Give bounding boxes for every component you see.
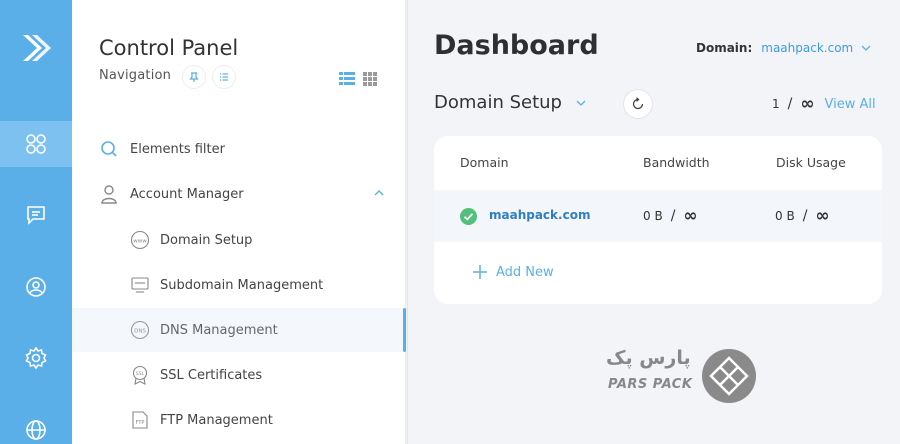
sidebar-item-ssl-certificates[interactable]: SSL SSL Certificates	[72, 353, 403, 397]
pager: 1 / ∞ View All	[772, 94, 876, 114]
domain-selector-label: Domain:	[696, 41, 753, 55]
sidebar-subtitle: Navigation	[99, 68, 172, 83]
sidebar-item-label: DNS Management	[160, 322, 278, 338]
chevron-up-icon[interactable]	[374, 190, 384, 196]
pager-separator: /	[787, 96, 793, 112]
table-header-bandwidth: Bandwidth	[643, 155, 710, 170]
sidebar-item-ftp-management[interactable]: FTP FTP Management	[72, 398, 403, 442]
table-header-domain: Domain	[460, 155, 509, 170]
sidebar-scrollbar-thumb[interactable]	[403, 308, 406, 352]
sidebar-group-label: Account Manager	[130, 186, 244, 202]
svg-text:DNS: DNS	[134, 329, 146, 335]
domain-link[interactable]: maahpack.com	[489, 208, 590, 222]
add-new-button[interactable]: Add New	[472, 264, 554, 280]
disk-used: 0 B	[775, 209, 795, 223]
rail-user-icon[interactable]	[0, 264, 72, 310]
rail-apps-icon[interactable]	[0, 121, 72, 167]
user-icon	[101, 185, 117, 204]
add-new-label: Add New	[496, 264, 554, 280]
domain-selector-value: maahpack.com	[761, 41, 854, 55]
table-row[interactable]: maahpack.com 0 B / ∞ 0 B / ∞	[434, 190, 882, 242]
list-icon[interactable]	[212, 65, 236, 89]
search-icon	[101, 141, 117, 157]
ftp-icon: FTP	[132, 411, 148, 429]
ssl-icon: SSL	[132, 365, 148, 385]
svg-text:www: www	[133, 239, 147, 245]
view-all-link[interactable]: View All	[825, 97, 876, 112]
grid-view-icon[interactable]	[363, 71, 377, 90]
brand-watermark: پارس پک PARS PACK	[606, 347, 756, 405]
subdomain-icon	[131, 277, 149, 293]
refresh-button[interactable]	[623, 89, 653, 119]
list-view-icon[interactable]	[339, 71, 355, 90]
svg-text:FTP: FTP	[136, 420, 145, 426]
bandwidth-cell: 0 B / ∞	[643, 206, 698, 226]
check-circle-icon	[460, 208, 477, 225]
rail-settings-icon[interactable]	[0, 335, 72, 381]
bandwidth-used: 0 B	[643, 209, 663, 223]
rail-globe-icon[interactable]	[0, 407, 72, 444]
app-logo-icon[interactable]	[0, 0, 72, 96]
chevron-down-icon	[861, 45, 871, 51]
plus-icon	[473, 265, 487, 279]
sidebar-item-label: SSL Certificates	[160, 367, 263, 383]
sidebar: Control Panel Navigation Elements filter…	[72, 0, 408, 444]
elements-filter-placeholder: Elements filter	[130, 141, 225, 157]
brand-name-fa: پارس پک	[606, 347, 691, 369]
sidebar-item-subdomain-management[interactable]: Subdomain Management	[72, 263, 403, 307]
sidebar-item-label: Subdomain Management	[160, 277, 324, 293]
sidebar-scrollbar[interactable]	[405, 0, 407, 444]
disk-total: ∞	[815, 206, 830, 226]
page-title: Dashboard	[434, 30, 599, 61]
www-icon: www	[130, 230, 150, 250]
sidebar-item-label: FTP Management	[160, 412, 273, 428]
table-header-disk-usage: Disk Usage	[776, 155, 846, 170]
dns-icon: DNS	[130, 320, 150, 340]
left-rail	[0, 0, 72, 444]
bandwidth-total: ∞	[683, 206, 698, 226]
rail-chat-icon[interactable]	[0, 192, 72, 238]
disk-usage-cell: 0 B / ∞	[775, 206, 830, 226]
domains-table-card: Domain Bandwidth Disk Usage maahpack.com…	[434, 136, 882, 304]
parspack-logo-icon	[702, 349, 756, 403]
sidebar-group-account-manager[interactable]: Account Manager	[100, 184, 390, 204]
section-title: Domain Setup	[434, 92, 562, 113]
section-title-dropdown[interactable]: Domain Setup	[434, 92, 586, 113]
brand-name-en: PARS PACK	[608, 377, 693, 392]
chevron-down-icon	[576, 100, 586, 106]
sidebar-item-domain-setup[interactable]: www Domain Setup	[72, 218, 403, 262]
pin-icon[interactable]	[182, 65, 206, 89]
pager-total: ∞	[800, 94, 815, 114]
svg-text:SSL: SSL	[136, 371, 145, 377]
pager-page: 1	[772, 97, 780, 111]
refresh-icon	[632, 97, 644, 110]
domain-selector[interactable]: Domain: maahpack.com	[696, 41, 871, 55]
sidebar-item-dns-management[interactable]: DNS DNS Management	[72, 308, 403, 352]
sidebar-item-label: Domain Setup	[160, 232, 253, 248]
sidebar-title: Control Panel	[99, 36, 239, 60]
elements-filter[interactable]: Elements filter	[100, 140, 225, 158]
